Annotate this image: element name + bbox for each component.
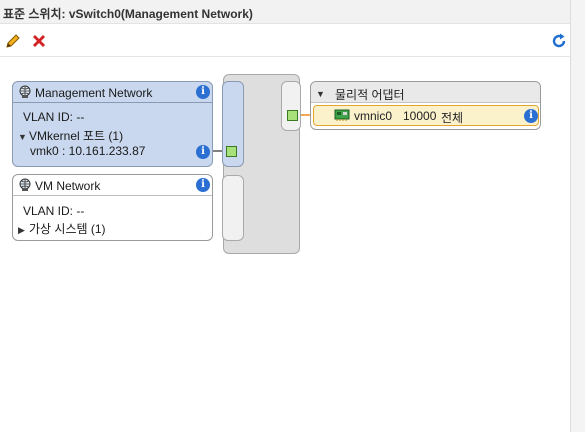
port-group-name: VM Network (35, 179, 101, 193)
port-group-management[interactable]: Management Network i VLAN ID: -- ▼ VMkern… (12, 81, 213, 167)
vlan-id: VLAN ID: -- (23, 110, 85, 124)
port-group-name: Management Network (35, 86, 153, 100)
nic-duplex: 전체 (441, 111, 464, 125)
expand-down-icon: ▼ (316, 89, 325, 99)
physical-adapters-header[interactable]: ▼ 물리적 어댑터 (311, 82, 540, 103)
info-icon[interactable]: i (524, 109, 538, 123)
info-icon[interactable]: i (196, 85, 210, 99)
port-slot-vm-network (222, 175, 244, 241)
nic-speed: 10000 (403, 109, 437, 123)
uplink-connector (287, 110, 298, 121)
info-icon[interactable]: i (196, 178, 210, 192)
vmkernel-adapter[interactable]: vmk0 : 10.161.233.87 (30, 144, 145, 158)
virtual-switch (222, 74, 301, 254)
port-group-vm-network[interactable]: VM Network i VLAN ID: -- ▶ 가상 시스템 (1) (12, 174, 213, 241)
physical-adapters-panel: ▼ 물리적 어댑터 vmnic0 10000 전체 i (310, 81, 541, 130)
info-icon[interactable]: i (196, 145, 210, 159)
vlan-id: VLAN ID: -- (23, 204, 85, 218)
port-connector (226, 146, 237, 157)
physical-adapters-title: 물리적 어댑터 (335, 88, 405, 102)
uplink-slot (281, 81, 301, 131)
network-icon (19, 85, 31, 98)
expand-right-icon: ▶ (18, 225, 25, 235)
nic-card-icon (334, 109, 350, 121)
port-group-header: VM Network i (13, 175, 212, 196)
physical-nic-row[interactable]: vmnic0 10000 전체 i (313, 105, 539, 126)
expand-down-icon: ▼ (18, 132, 27, 142)
network-icon (19, 178, 31, 191)
port-group-header: Management Network i (13, 82, 212, 103)
nic-name: vmnic0 (354, 109, 393, 123)
virtual-machines-section[interactable]: ▶ 가상 시스템 (1) (18, 220, 106, 237)
section-label: VMkernel 포트 (1) (29, 129, 124, 143)
section-label: 가상 시스템 (1) (29, 222, 106, 236)
vmkernel-section[interactable]: ▼ VMkernel 포트 (1) (18, 127, 123, 144)
